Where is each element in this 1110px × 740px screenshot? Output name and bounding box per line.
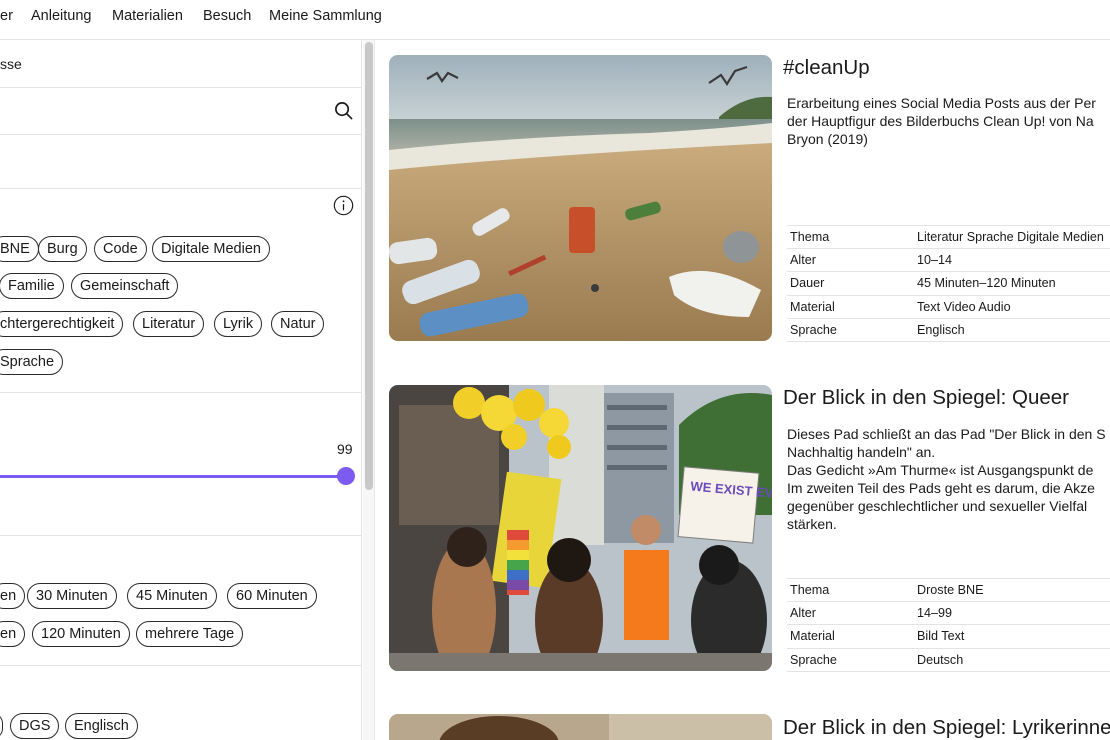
topic-tag-familie[interactable]: Familie xyxy=(0,273,64,299)
duration-tag-partial-2[interactable]: en xyxy=(0,621,26,647)
meta-row: Thema Droste BNE xyxy=(787,579,1110,603)
language-tag-englisch[interactable]: Englisch xyxy=(65,713,138,739)
age-slider-track[interactable] xyxy=(0,475,346,478)
topic-tag-digitale-medien[interactable]: Digitale Medien xyxy=(152,236,270,262)
meta-value: Englisch xyxy=(917,322,965,337)
topic-tag-bne[interactable]: BNE xyxy=(0,236,39,262)
age-slider-max-label: 99 xyxy=(337,441,353,457)
meta-row: Material Bild Text xyxy=(787,625,1110,649)
meta-key: Alter xyxy=(790,606,816,621)
language-tag-dgs[interactable]: DGS xyxy=(10,713,60,739)
meta-row: Alter 10–14 xyxy=(787,249,1110,273)
duration-tag-60[interactable]: 60 Minuten xyxy=(227,583,317,609)
nav-item-partial[interactable]: er xyxy=(0,8,13,24)
meta-key: Sprache xyxy=(790,652,837,667)
divider xyxy=(0,535,361,536)
divider xyxy=(0,392,361,393)
top-navigation: er Anleitung Materialien Besuch Meine Sa… xyxy=(0,0,1110,40)
meta-row: Material Text Video Audio xyxy=(787,296,1110,319)
duration-tag-30[interactable]: 30 Minuten xyxy=(27,583,117,609)
info-icon[interactable] xyxy=(333,195,354,216)
class-filter-label[interactable]: sse xyxy=(0,56,22,72)
duration-tag-mehrere-tage[interactable]: mehrere Tage xyxy=(136,621,244,647)
topic-tag-burg[interactable]: Burg xyxy=(38,236,87,262)
search-icon[interactable] xyxy=(334,101,353,120)
meta-row: Thema Literatur Sprache Digitale Medien xyxy=(787,226,1110,250)
meta-value: Literatur Sprache Digitale Medien xyxy=(917,230,1104,244)
divider xyxy=(0,134,361,135)
duration-tag-45[interactable]: 45 Minuten xyxy=(127,583,217,609)
meta-row: Sprache Deutsch xyxy=(787,649,1110,672)
meta-key: Material xyxy=(790,299,835,314)
topic-tag-sprache[interactable]: Sprache xyxy=(0,349,64,375)
card-image-pride-parade[interactable]: WE EXIST EVERYWHERE xyxy=(389,385,772,671)
nav-item-materialien[interactable]: Materialien xyxy=(112,8,183,24)
divider xyxy=(0,188,361,189)
meta-value: Deutsch xyxy=(917,652,964,667)
topic-tag-geschlechtergerechtigkeit[interactable]: chtergerechtigkeit xyxy=(0,311,124,337)
meta-value: Bild Text xyxy=(917,629,965,644)
meta-row: Sprache Englisch xyxy=(787,319,1110,342)
meta-value: Text Video Audio xyxy=(917,299,1011,314)
topic-tag-code[interactable]: Code xyxy=(94,236,147,262)
duration-tag-120[interactable]: 120 Minuten xyxy=(32,621,130,647)
card-title[interactable]: #cleanUp xyxy=(783,56,870,80)
divider xyxy=(0,665,361,666)
meta-row: Alter 14–99 xyxy=(787,602,1110,626)
language-tag-partial[interactable] xyxy=(0,713,3,739)
card-meta-table: Thema Droste BNE Alter 14–99 Material Bi… xyxy=(787,578,1110,672)
card-image-beach[interactable] xyxy=(389,55,772,341)
card-description: Erarbeitung eines Social Media Posts aus… xyxy=(787,95,1096,147)
meta-key: Thema xyxy=(790,583,830,597)
meta-value: 45 Minuten–120 Minuten xyxy=(917,276,1056,291)
card-meta-table: Thema Literatur Sprache Digitale Medien … xyxy=(787,225,1110,342)
filter-panel-scrollbar[interactable] xyxy=(363,40,375,740)
card-image-partial[interactable] xyxy=(389,714,772,740)
topic-tag-literatur[interactable]: Literatur xyxy=(133,311,205,337)
topic-tag-natur[interactable]: Natur xyxy=(271,311,325,337)
meta-key: Thema xyxy=(790,230,830,244)
duration-tag-partial[interactable]: en xyxy=(0,583,26,609)
nav-item-besuch[interactable]: Besuch xyxy=(203,8,251,24)
topic-tag-lyrik[interactable]: Lyrik xyxy=(214,311,263,337)
meta-value: Droste BNE xyxy=(917,583,984,597)
nav-item-meine-sammlung[interactable]: Meine Sammlung xyxy=(269,8,382,24)
meta-key: Material xyxy=(790,629,835,644)
meta-key: Alter xyxy=(790,253,816,268)
card-title[interactable]: Der Blick in den Spiegel: Lyrikerinne xyxy=(783,716,1110,740)
age-slider-thumb[interactable] xyxy=(337,467,355,485)
filter-panel: sse BNE Burg Code Digitale Medien Famili… xyxy=(0,40,362,740)
nav-item-anleitung[interactable]: Anleitung xyxy=(31,8,91,24)
meta-value: 14–99 xyxy=(917,606,953,621)
search-input[interactable] xyxy=(0,88,330,128)
card-title[interactable]: Der Blick in den Spiegel: Queer xyxy=(783,386,1069,410)
topic-tag-gemeinschaft[interactable]: Gemeinschaft xyxy=(71,273,179,299)
scrollbar-thumb[interactable] xyxy=(365,42,373,490)
card-description: Dieses Pad schließt an das Pad "Der Blic… xyxy=(787,426,1106,532)
meta-key: Dauer xyxy=(790,276,825,291)
meta-value: 10–14 xyxy=(917,253,953,268)
meta-row: Dauer 45 Minuten–120 Minuten xyxy=(787,272,1110,296)
meta-key: Sprache xyxy=(790,322,837,337)
